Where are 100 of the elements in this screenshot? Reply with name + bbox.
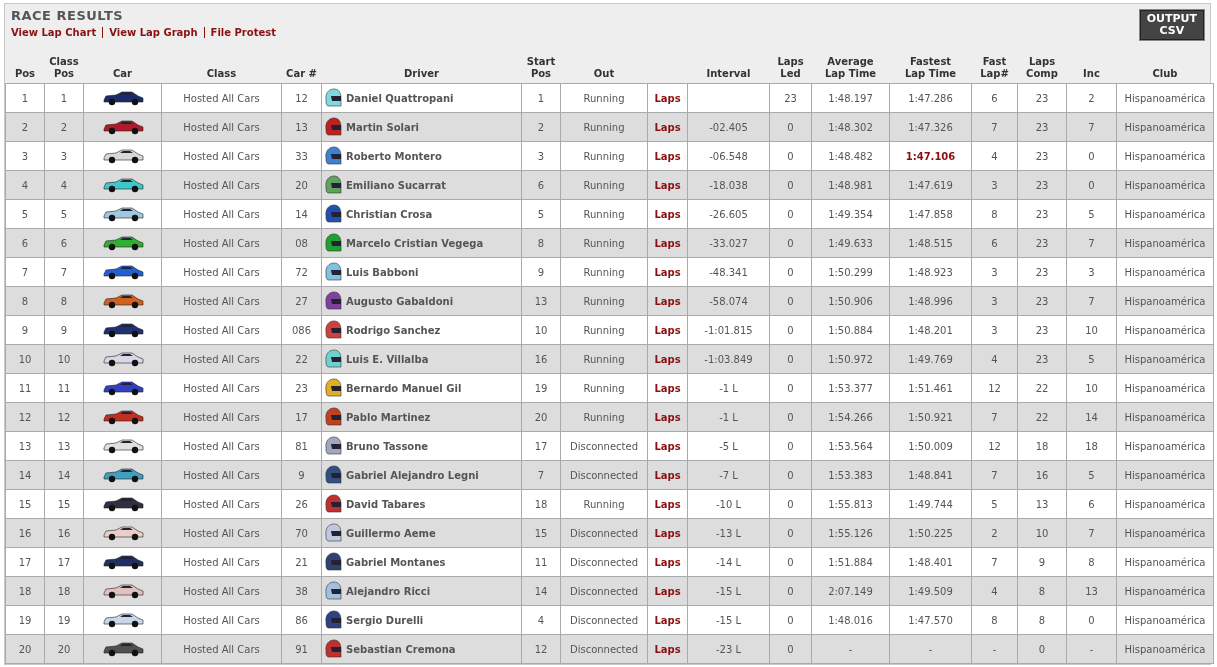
table-cell: 14 [5, 460, 45, 490]
table-cell: 1:47.570 [889, 605, 972, 635]
table-cell: Hosted All Cars [161, 315, 282, 345]
table-cell: Running [560, 315, 648, 345]
table-cell: Hispanoamérica [1116, 228, 1214, 258]
table-cell: Disconnected [560, 460, 648, 490]
table-cell: Running [560, 257, 648, 287]
table-cell: -15 L [687, 576, 770, 606]
table-cell: Running [560, 373, 648, 403]
page-link[interactable]: View Lap Graph [109, 27, 198, 38]
table-cell: Hispanoamérica [1116, 199, 1214, 229]
column-header: Class Pos [44, 56, 84, 84]
page-link[interactable]: File Protest [210, 27, 276, 38]
driver-name: Emiliano Sucarrat [346, 179, 447, 191]
driver-name: Luis E. Villalba [346, 353, 429, 365]
table-cell: 1:53.383 [811, 460, 890, 490]
table-cell: 1:47.106 [889, 141, 972, 171]
table-cell: 1:55.126 [811, 518, 890, 548]
column-header: Fastest Lap Time [889, 56, 972, 84]
table-cell: Hosted All Cars [161, 228, 282, 258]
table-cell: 16 [5, 518, 45, 548]
table-cell: 10 [5, 344, 45, 374]
table-cell: Hispanoamérica [1116, 286, 1214, 316]
table-cell: 9 [5, 315, 45, 345]
column-header: Inc [1066, 56, 1117, 84]
table-cell: Hispanoamérica [1116, 315, 1214, 345]
table-cell: 1:48.515 [889, 228, 972, 258]
table-cell: Hispanoamérica [1116, 518, 1214, 548]
table-cell: Hispanoamérica [1116, 547, 1214, 577]
table-cell: - [811, 634, 890, 664]
table-cell: 1:48.841 [889, 460, 972, 490]
table-cell: 3 [5, 141, 45, 171]
table-cell: Running [560, 286, 648, 316]
table-cell: 1:48.201 [889, 315, 972, 345]
table-cell: 1:49.354 [811, 199, 890, 229]
table-cell: Disconnected [560, 431, 648, 461]
table-cell: -06.548 [687, 141, 770, 171]
table-cell: 1:49.769 [889, 344, 972, 374]
table-cell: Hispanoamérica [1116, 344, 1214, 374]
table-cell: 1:48.482 [811, 141, 890, 171]
table-cell: Running [560, 402, 648, 432]
table-cell: 1:48.996 [889, 286, 972, 316]
table-cell: Hosted All Cars [161, 112, 282, 142]
table-cell: Hispanoamérica [1116, 373, 1214, 403]
driver-name: Christian Crosa [346, 208, 433, 220]
driver-name: Luis Babboni [346, 266, 419, 278]
table-cell: Hosted All Cars [161, 170, 282, 200]
table-cell: -7 L [687, 460, 770, 490]
table-cell: - [889, 634, 972, 664]
table-cell: Disconnected [560, 518, 648, 548]
table-cell: 1:55.813 [811, 489, 890, 519]
page-title: RACE RESULTS [11, 8, 125, 23]
table-cell: 11 [5, 373, 45, 403]
column-header: Fast Lap# [971, 56, 1018, 84]
table-cell: Hosted All Cars [161, 373, 282, 403]
table-cell: Disconnected [560, 547, 648, 577]
driver-name: Gabriel Alejandro Legni [346, 469, 479, 481]
driver-name: Alejandro Ricci [346, 585, 431, 597]
table-cell: 23 [769, 83, 812, 113]
table-cell: 1:51.461 [889, 373, 972, 403]
table-cell: Hosted All Cars [161, 402, 282, 432]
table-cell: Hosted All Cars [161, 141, 282, 171]
table-cell: 4 [5, 170, 45, 200]
table-cell: 1:50.299 [811, 257, 890, 287]
page-link[interactable]: View Lap Chart [11, 27, 97, 38]
table-cell: Hosted All Cars [161, 605, 282, 635]
table-cell: Running [560, 344, 648, 374]
table-cell: 12 [281, 83, 322, 113]
table-cell: Hosted All Cars [161, 431, 282, 461]
driver-name: Sebastian Cremona [346, 643, 456, 655]
table-cell: Hispanoamérica [1116, 141, 1214, 171]
column-header: Interval [687, 56, 770, 84]
table-cell: Hosted All Cars [161, 460, 282, 490]
driver-name: Marcelo Cristian Vegega [346, 237, 484, 249]
table-cell: -58.074 [687, 286, 770, 316]
table-cell: Hispanoamérica [1116, 634, 1214, 664]
table-cell: Hispanoamérica [1116, 257, 1214, 287]
table-cell: 1:48.981 [811, 170, 890, 200]
column-header: Car [83, 56, 162, 84]
column-header: Laps Led [769, 56, 812, 84]
table-cell: Running [560, 83, 648, 113]
table-cell: 1 [44, 83, 84, 113]
table-cell: 13 [5, 431, 45, 461]
output-csv-button[interactable]: OUTPUT CSV [1139, 10, 1204, 40]
table-cell: 6 [5, 228, 45, 258]
table-cell: -10 L [687, 489, 770, 519]
driver-name: Daniel Quattropani [346, 92, 454, 104]
table-cell: 2 [1066, 83, 1117, 113]
table-cell: -48.341 [687, 257, 770, 287]
table-cell: 2 [5, 112, 45, 142]
driver-name: Pablo Martinez [346, 411, 431, 423]
table-cell: Hispanoamérica [1116, 431, 1214, 461]
table-cell: Hosted All Cars [161, 286, 282, 316]
table-cell: 1:47.858 [889, 199, 972, 229]
table-cell: Hispanoamérica [1116, 489, 1214, 519]
table-cell: Hosted All Cars [161, 547, 282, 577]
driver-name: Bruno Tassone [346, 440, 429, 452]
table-cell: 1:49.509 [889, 576, 972, 606]
table-cell: 1:48.197 [811, 83, 890, 113]
column-header: Class [161, 56, 282, 84]
